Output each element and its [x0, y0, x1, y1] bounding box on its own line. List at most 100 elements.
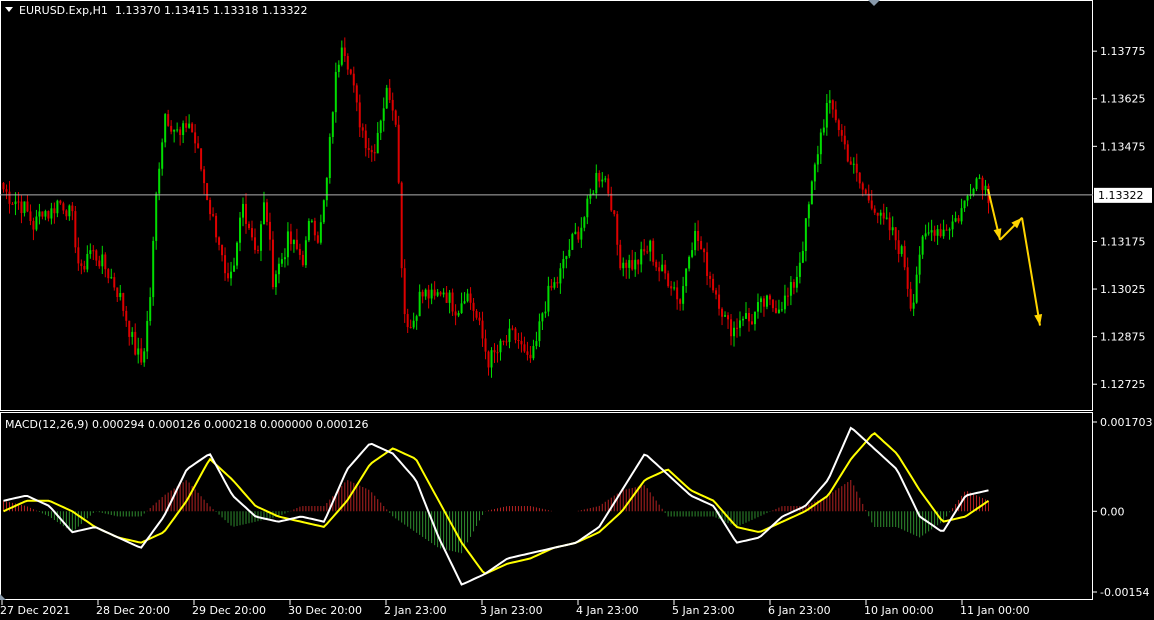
- triangle-down-icon[interactable]: [5, 7, 13, 12]
- candle-body: [164, 114, 167, 143]
- candle-body: [38, 211, 41, 217]
- candle-body: [631, 260, 634, 270]
- candles[interactable]: [2, 37, 990, 378]
- candle-body: [586, 198, 589, 218]
- arrow-head: [993, 228, 1002, 240]
- candle-body: [277, 263, 280, 275]
- candle-body: [397, 124, 400, 183]
- candle-body: [218, 237, 221, 245]
- candle-body: [918, 254, 921, 275]
- candle-body: [71, 205, 74, 212]
- candle-body: [98, 260, 101, 267]
- candle-body: [53, 208, 56, 214]
- candle-body: [780, 309, 783, 311]
- candle-body: [418, 291, 421, 317]
- price-tick-label: 1.13475: [1100, 140, 1146, 153]
- candle-body: [301, 254, 304, 266]
- candle-body: [526, 351, 529, 355]
- candle-body: [376, 132, 379, 154]
- candle-body: [20, 201, 23, 214]
- price-panel-frame: [0, 0, 1093, 411]
- candle-body: [26, 201, 29, 212]
- candle-body: [271, 239, 274, 288]
- candle-body: [765, 295, 768, 307]
- candle-body: [906, 267, 909, 289]
- candle-body: [685, 268, 688, 287]
- candle-body: [32, 220, 35, 230]
- candle-body: [490, 350, 493, 368]
- candle-body: [837, 120, 840, 131]
- candle-body: [855, 163, 858, 173]
- candle-body: [155, 193, 158, 241]
- candle-body: [250, 228, 253, 238]
- macd-tick-label: 0.00: [1100, 505, 1125, 518]
- candle-body: [41, 211, 44, 217]
- candle-body: [957, 218, 960, 222]
- ohlc-values: 1.13370 1.13415 1.13318 1.13322: [115, 4, 307, 17]
- candle-body: [194, 132, 197, 144]
- candle-body: [954, 218, 957, 222]
- candle-body: [107, 269, 110, 279]
- candle-body: [882, 212, 885, 219]
- candle-body: [44, 211, 47, 217]
- candle-body: [122, 293, 125, 311]
- candle-body: [816, 154, 819, 165]
- candle-body: [879, 212, 882, 216]
- candle-body: [337, 64, 340, 72]
- candle-body: [753, 311, 756, 325]
- candle-body: [280, 259, 283, 264]
- candle-body: [496, 352, 499, 354]
- candle-body: [385, 87, 388, 109]
- candle-body: [786, 295, 789, 297]
- candle-body: [532, 346, 535, 359]
- macd-lines: [3, 426, 990, 586]
- candle-body: [325, 178, 328, 201]
- candle-body: [831, 100, 834, 110]
- candle-body: [481, 320, 484, 339]
- candle-body: [622, 262, 625, 269]
- price-tick-label: 1.13775: [1100, 45, 1146, 58]
- candle-body: [292, 239, 295, 245]
- candle-body: [478, 317, 481, 321]
- shift-marker-icon[interactable]: [868, 0, 880, 6]
- time-label: 27 Dec 2021: [0, 604, 70, 617]
- candle-body: [289, 231, 292, 245]
- candle-body: [355, 85, 358, 103]
- candle-body: [511, 328, 514, 330]
- candle-body: [388, 87, 391, 100]
- candle-body: [505, 341, 508, 343]
- candle-body: [77, 247, 80, 264]
- candle-body: [795, 276, 798, 288]
- candle-body: [658, 267, 661, 272]
- candle-body: [538, 321, 541, 342]
- price-tick-label: 1.13025: [1100, 283, 1146, 296]
- candle-body: [230, 271, 233, 279]
- candle-body: [295, 239, 298, 249]
- candle-body: [56, 200, 59, 214]
- time-label: 10 Jan 00:00: [864, 604, 934, 617]
- candle-body: [676, 287, 679, 300]
- candle-body: [852, 163, 855, 165]
- candle-body: [945, 229, 948, 231]
- candle-body: [5, 189, 8, 192]
- arrow-head: [1034, 314, 1043, 326]
- candle-body: [520, 340, 523, 345]
- candle-body: [436, 292, 439, 296]
- candle-body: [268, 221, 271, 240]
- candle-body: [813, 164, 816, 182]
- candle-body: [62, 203, 65, 211]
- chart-window[interactable]: EURUSD.Exp,H1 1.13370 1.13415 1.13318 1.…: [0, 0, 1154, 620]
- candle-body: [628, 260, 631, 268]
- candle-body: [391, 99, 394, 111]
- candle-body: [74, 211, 77, 248]
- candle-body: [224, 255, 227, 274]
- candle-body: [750, 321, 753, 325]
- candle-body: [604, 178, 607, 180]
- candle-body: [703, 249, 706, 253]
- candle-body: [116, 287, 119, 297]
- candle-body: [553, 282, 556, 288]
- candle-body: [2, 182, 5, 190]
- macd-axis: 0.001703 0.00 -0.00154: [1093, 416, 1153, 599]
- candle-body: [212, 214, 215, 216]
- candle-body: [23, 201, 26, 214]
